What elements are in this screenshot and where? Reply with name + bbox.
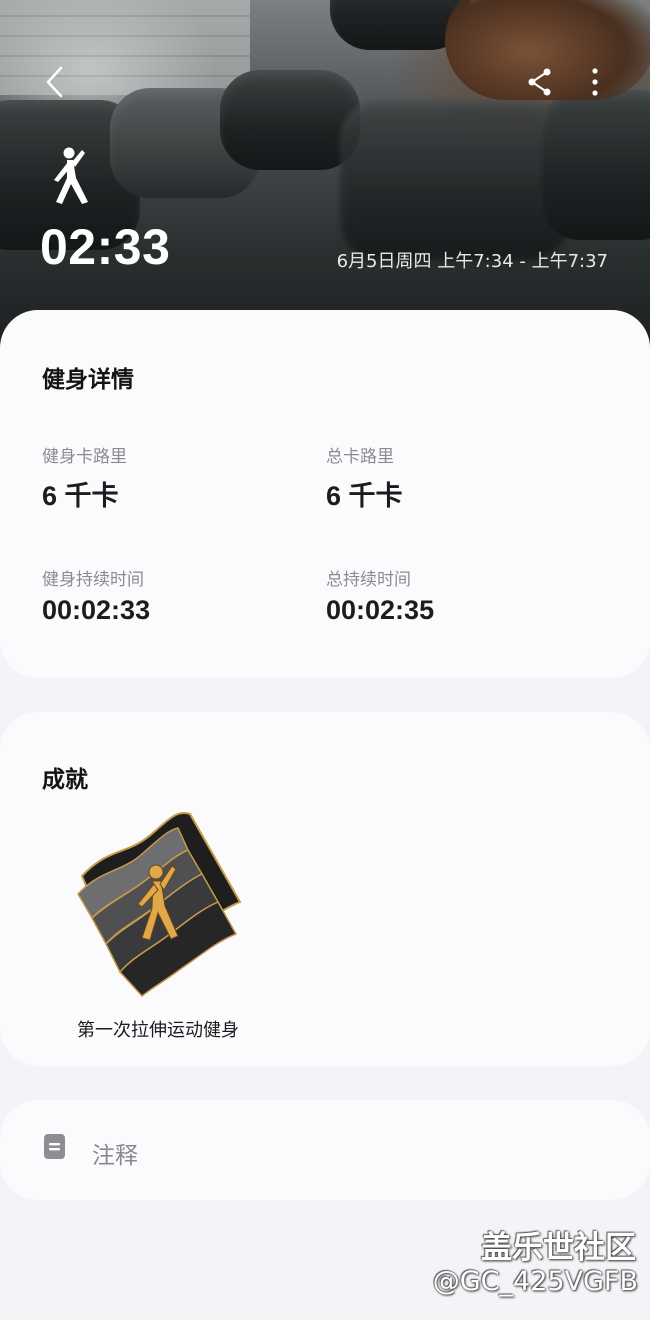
watermark-site: 盖乐世社区 (481, 1230, 636, 1266)
background-dumbbell (220, 70, 360, 170)
share-icon (528, 68, 551, 96)
more-vertical-icon (592, 68, 598, 96)
watermark-user: @GC_425VGFB (432, 1266, 638, 1297)
stretching-person-icon (54, 147, 88, 204)
back-button[interactable] (38, 64, 70, 100)
workout-calories-value: 6 千卡 (42, 481, 119, 511)
achievements-title: 成就 (42, 767, 88, 793)
workout-duration-value: 00:02:33 (42, 595, 151, 625)
background-dumbbell (340, 100, 570, 260)
workout-duration-label: 健身持续时间 (42, 570, 144, 590)
workout-header: 02:33 6月5日周四 上午7:34 - 上午7:37 (0, 0, 650, 350)
stretching-achievement-badge[interactable] (70, 810, 250, 1000)
total-duration-value: 00:02:35 (326, 595, 435, 625)
total-calories-value: 6 千卡 (326, 481, 403, 511)
total-calories-label: 总卡路里 (326, 447, 394, 467)
achievement-name: 第一次拉伸运动健身 (77, 1020, 239, 1041)
background-dumbbell (540, 90, 650, 240)
share-button[interactable] (524, 64, 556, 100)
chevron-left-icon (46, 66, 63, 98)
note-icon (44, 1134, 65, 1159)
total-duration-label: 总持续时间 (326, 570, 411, 590)
more-options-button[interactable] (582, 64, 608, 100)
workout-duration: 02:33 (40, 219, 171, 275)
notes-placeholder[interactable]: 注释 (92, 1136, 138, 1170)
details-title: 健身详情 (42, 367, 134, 393)
workout-calories-label: 健身卡路里 (42, 447, 127, 467)
workout-time-range: 6月5日周四 上午7:34 - 上午7:37 (336, 251, 608, 272)
